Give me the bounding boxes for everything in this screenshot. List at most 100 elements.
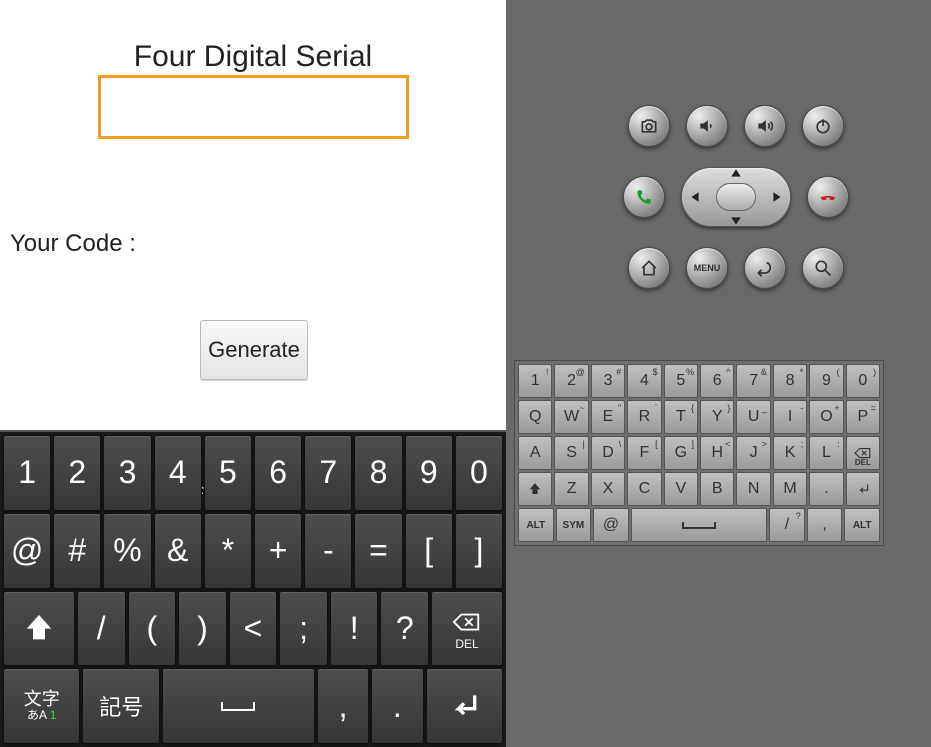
key-minus[interactable]: - [304, 513, 352, 589]
hwkey-d[interactable]: \D [591, 436, 625, 470]
key-4[interactable]: 4 [154, 435, 202, 511]
hwkey-k[interactable]: ;K [773, 436, 807, 470]
home-button[interactable] [628, 247, 670, 289]
key-6[interactable]: 6 [254, 435, 302, 511]
hwkey-b[interactable]: B [700, 472, 734, 506]
hwkey-9[interactable]: (9 [809, 364, 843, 398]
dpad-center[interactable] [716, 183, 756, 211]
end-call-button[interactable] [807, 176, 849, 218]
hwkey-a[interactable]: A [518, 436, 552, 470]
hwkey-3[interactable]: #3 [591, 364, 625, 398]
hwkey-i[interactable]: -I [773, 400, 807, 434]
hwkey-sym[interactable]: SYM [556, 508, 592, 542]
back-button[interactable] [744, 247, 786, 289]
key-9[interactable]: 9 [405, 435, 453, 511]
hwkey-u[interactable]: _U [736, 400, 770, 434]
volume-up-button[interactable] [744, 105, 786, 147]
hwkey-h[interactable]: <H [700, 436, 734, 470]
search-button[interactable] [802, 247, 844, 289]
key-rbracket[interactable]: ] [455, 513, 503, 589]
hwkey-6[interactable]: ^6 [700, 364, 734, 398]
hwkey-j[interactable]: >J [736, 436, 770, 470]
key-at[interactable]: @ [3, 513, 51, 589]
key-comma[interactable]: , [317, 668, 369, 744]
hwkey-g[interactable]: ]G [664, 436, 698, 470]
key-amp[interactable]: & [154, 513, 202, 589]
hwkey-8[interactable]: *8 [773, 364, 807, 398]
hwkey-s[interactable]: |S [554, 436, 588, 470]
hwkey-z[interactable]: Z [554, 472, 588, 506]
key-enter[interactable] [426, 668, 503, 744]
hwkey-o[interactable]: +O [809, 400, 843, 434]
hwkey-shift[interactable] [518, 472, 552, 506]
key-kigo[interactable]: 記号 [82, 668, 159, 744]
volume-down-button[interactable] [686, 105, 728, 147]
key-lparen[interactable]: ( [128, 591, 177, 667]
hwkey-alt-r[interactable]: ALT [844, 508, 880, 542]
dpad-up[interactable] [726, 163, 746, 183]
hwkey-7[interactable]: &7 [736, 364, 770, 398]
key-space[interactable] [162, 668, 315, 744]
power-button[interactable] [802, 105, 844, 147]
key-semicolon[interactable]: ; [279, 591, 328, 667]
key-lbracket[interactable]: [ [405, 513, 453, 589]
key-plus[interactable]: + [254, 513, 302, 589]
hwkey-2[interactable]: @2 [554, 364, 588, 398]
key-star[interactable]: * [204, 513, 252, 589]
key-0[interactable]: 0 [455, 435, 503, 511]
generate-button[interactable]: Generate [200, 320, 308, 380]
key-1[interactable]: 1 [3, 435, 51, 511]
hwkey-w[interactable]: ~W [554, 400, 588, 434]
hwkey-slash[interactable]: ?/ [769, 508, 805, 542]
hwkey-del[interactable]: DEL [846, 436, 880, 470]
key-8[interactable]: 8 [354, 435, 402, 511]
key-shift[interactable] [3, 591, 75, 667]
hwkey-enter[interactable] [846, 472, 880, 506]
hwkey-alt[interactable]: ALT [518, 508, 554, 542]
key-hash[interactable]: # [53, 513, 101, 589]
key-7[interactable]: 7 [304, 435, 352, 511]
dpad-left[interactable] [685, 187, 705, 207]
hwkey-q[interactable]: Q [518, 400, 552, 434]
hwkey-4[interactable]: $4 [627, 364, 661, 398]
hwkey-l[interactable]: :L [809, 436, 843, 470]
hwkey-c[interactable]: C [627, 472, 661, 506]
hwkey-space[interactable] [631, 508, 767, 542]
hwkey-5[interactable]: %5 [664, 364, 698, 398]
hwkey-n[interactable]: N [736, 472, 770, 506]
key-bang[interactable]: ! [330, 591, 379, 667]
camera-button[interactable] [628, 105, 670, 147]
hwkey-r[interactable]: `R [627, 400, 661, 434]
hwkey-x[interactable]: X [591, 472, 625, 506]
hwkey-v[interactable]: V [664, 472, 698, 506]
key-equals[interactable]: = [354, 513, 402, 589]
hwkey-e[interactable]: "E [591, 400, 625, 434]
key-question[interactable]: ? [380, 591, 429, 667]
hwkey-m[interactable]: M [773, 472, 807, 506]
key-3[interactable]: 3 [103, 435, 151, 511]
key-period[interactable]: . [371, 668, 423, 744]
soft-keyboard: 1 2 3 4 5 6 7 8 9 0 @ # % & * + - = [ ] [0, 430, 506, 747]
key-slash[interactable]: / [77, 591, 126, 667]
hwkey-comma2[interactable]: , [807, 508, 843, 542]
key-2[interactable]: 2 [53, 435, 101, 511]
hwkey-.[interactable]: . [809, 472, 843, 506]
key-5[interactable]: 5 [204, 435, 252, 511]
key-percent[interactable]: % [103, 513, 151, 589]
hwkey-y[interactable]: }Y [700, 400, 734, 434]
dpad-right[interactable] [767, 187, 787, 207]
hwkey-p[interactable]: =P [846, 400, 880, 434]
hwkey-t[interactable]: {T [664, 400, 698, 434]
serial-input[interactable] [98, 75, 409, 139]
call-button[interactable] [623, 176, 665, 218]
hwkey-0[interactable]: )0 [846, 364, 880, 398]
key-lt[interactable]: < [229, 591, 278, 667]
key-delete[interactable]: DEL [431, 591, 503, 667]
key-rparen[interactable]: ) [178, 591, 227, 667]
hwkey-1[interactable]: !1 [518, 364, 552, 398]
hwkey-at2[interactable]: @ [593, 508, 629, 542]
key-moji[interactable]: 文字 あA 1 [3, 668, 80, 744]
hwkey-f[interactable]: [F [627, 436, 661, 470]
dpad-down[interactable] [726, 211, 746, 231]
menu-button[interactable]: MENU [686, 247, 728, 289]
